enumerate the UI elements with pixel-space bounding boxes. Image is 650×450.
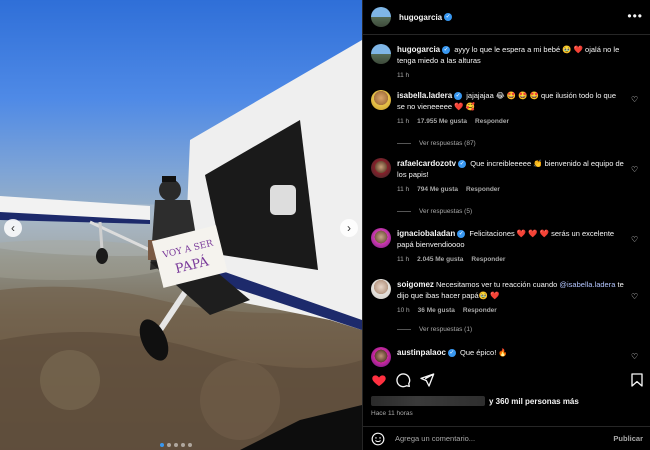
more-icon[interactable]: ••• <box>627 9 643 23</box>
avatar[interactable] <box>371 347 391 367</box>
comment-text-wrap: ignaciobaladan ✓ Felicitaciones ❤️ ❤️ ❤️ … <box>397 228 625 250</box>
share-icon[interactable] <box>419 372 435 388</box>
comment-username[interactable]: soigomez <box>397 280 434 289</box>
comment-time: 11 h <box>397 186 410 193</box>
emoji-icon[interactable] <box>371 432 385 446</box>
view-replies-button[interactable]: Ver respuestas (87) <box>397 140 476 147</box>
comment-likes[interactable]: 17.955 Me gusta <box>417 116 467 127</box>
carousel-dot <box>181 443 185 447</box>
reply-button[interactable]: Responder <box>463 305 497 316</box>
verified-icon: ✓ <box>444 13 453 21</box>
comment-username[interactable]: austinpalaoc <box>397 348 446 357</box>
comment-time: 11 h <box>397 118 410 125</box>
caption-meta: 11 h <box>397 70 625 81</box>
avatar[interactable] <box>371 44 391 64</box>
skydive-photo: VOY A SER PAPÁ <box>0 40 362 450</box>
comment-time: 10 h <box>397 307 410 314</box>
carousel-dots <box>160 443 192 447</box>
instagram-post-modal: VOY A SER PAPÁ ‹ › hugogarcia ✓ ••• hugo… <box>0 0 650 450</box>
comment-text: Que épico! 🔥 <box>460 348 508 357</box>
post-time: Hace 11 horas <box>371 410 413 417</box>
comment-likes[interactable]: 794 Me gusta <box>417 184 458 195</box>
view-replies-label: Ver respuestas (1) <box>419 326 473 333</box>
comment-icon[interactable] <box>395 372 411 388</box>
replies-line <box>397 211 411 212</box>
caption-username[interactable]: hugogarcia <box>397 45 440 54</box>
author-name-wrap: hugogarcia ✓ <box>399 13 454 22</box>
carousel-dot <box>160 443 164 447</box>
comment-meta: 11 h 17.955 Me gusta Responder <box>397 116 625 127</box>
comment-meta: 11 h 794 Me gusta Responder <box>397 184 625 195</box>
comment-meta: 10 h 36 Me gusta Responder <box>397 305 625 316</box>
heart-icon[interactable]: ♡ <box>631 96 639 104</box>
likes-count: y 360 mil personas más <box>489 396 579 406</box>
avatar[interactable] <box>371 279 391 299</box>
carousel-dot <box>188 443 192 447</box>
view-replies-button[interactable]: Ver respuestas (1) <box>397 326 472 333</box>
heart-icon[interactable]: ♡ <box>631 353 639 361</box>
replies-line <box>397 329 411 330</box>
comment-meta: 11 h 2.045 Me gusta Responder <box>397 254 625 265</box>
comment-likes[interactable]: 2.045 Me gusta <box>417 254 463 265</box>
comment-username[interactable]: ignaciobaladan <box>397 229 455 238</box>
comment-username[interactable]: isabella.ladera <box>397 91 452 100</box>
verified-icon: ✓ <box>458 160 467 169</box>
post-actions <box>363 370 650 392</box>
avatar[interactable] <box>371 7 391 27</box>
view-replies-button[interactable]: Ver respuestas (5) <box>397 208 472 215</box>
comment-likes[interactable]: 36 Me gusta <box>418 305 455 316</box>
view-replies-label: Ver respuestas (87) <box>419 140 476 147</box>
likes-summary[interactable]: y 360 mil personas más <box>371 396 579 406</box>
verified-icon: ✓ <box>442 46 451 55</box>
comment-input[interactable] <box>395 434 614 443</box>
verified-icon: ✓ <box>454 92 463 101</box>
reply-button[interactable]: Responder <box>471 254 505 265</box>
verified-icon: ✓ <box>447 349 456 358</box>
comment-text-wrap: isabella.ladera ✓ jajajajaa 😂 🤩 🤩 🤩 que i… <box>397 90 625 112</box>
comment-text-wrap: rafaelcardozotv ✓ Que increibleeeee 👏 bie… <box>397 158 625 180</box>
post-media[interactable]: VOY A SER PAPÁ ‹ › <box>0 0 362 450</box>
comment-text-wrap: austinpalaoc ✓ Que épico! 🔥 <box>397 347 625 358</box>
comment-username[interactable]: rafaelcardozotv <box>397 159 456 168</box>
comment-composer: Publicar <box>363 427 650 450</box>
heart-icon[interactable]: ♡ <box>631 236 639 244</box>
avatar[interactable] <box>371 228 391 248</box>
comment-text-wrap: soigomez Necesitamos ver tu reacción cua… <box>397 279 625 301</box>
heart-icon[interactable]: ♡ <box>631 166 639 174</box>
chevron-left-icon[interactable]: ‹ <box>4 219 22 237</box>
liked-by-placeholder <box>371 396 485 406</box>
carousel-dot <box>167 443 171 447</box>
carousel-dot <box>174 443 178 447</box>
heart-icon[interactable] <box>371 372 387 388</box>
verified-icon: ✓ <box>457 230 466 239</box>
comment-text: Necesitamos ver tu reacción cuando <box>436 280 558 289</box>
view-replies-label: Ver respuestas (5) <box>419 208 473 215</box>
reply-button[interactable]: Responder <box>475 116 509 127</box>
post-side-panel: hugogarcia ✓ ••• hugogarcia ✓ ayyy lo que… <box>362 0 650 450</box>
header-divider <box>363 34 650 35</box>
post-header: hugogarcia ✓ ••• <box>363 0 650 34</box>
author-username[interactable]: hugogarcia <box>399 13 442 22</box>
mention-link[interactable]: @isabella.ladera <box>559 280 615 289</box>
publish-button[interactable]: Publicar <box>613 434 643 443</box>
bookmark-icon[interactable] <box>629 372 645 388</box>
heart-icon[interactable]: ♡ <box>631 293 639 301</box>
chevron-right-icon[interactable]: › <box>340 219 358 237</box>
avatar[interactable] <box>371 158 391 178</box>
avatar[interactable] <box>371 90 391 110</box>
comment-time: 11 h <box>397 256 410 263</box>
replies-line <box>397 143 411 144</box>
caption-text-wrap: hugogarcia ✓ ayyy lo que le espera a mi b… <box>397 44 625 66</box>
reply-button[interactable]: Responder <box>466 184 500 195</box>
caption-time: 11 h <box>397 72 410 79</box>
